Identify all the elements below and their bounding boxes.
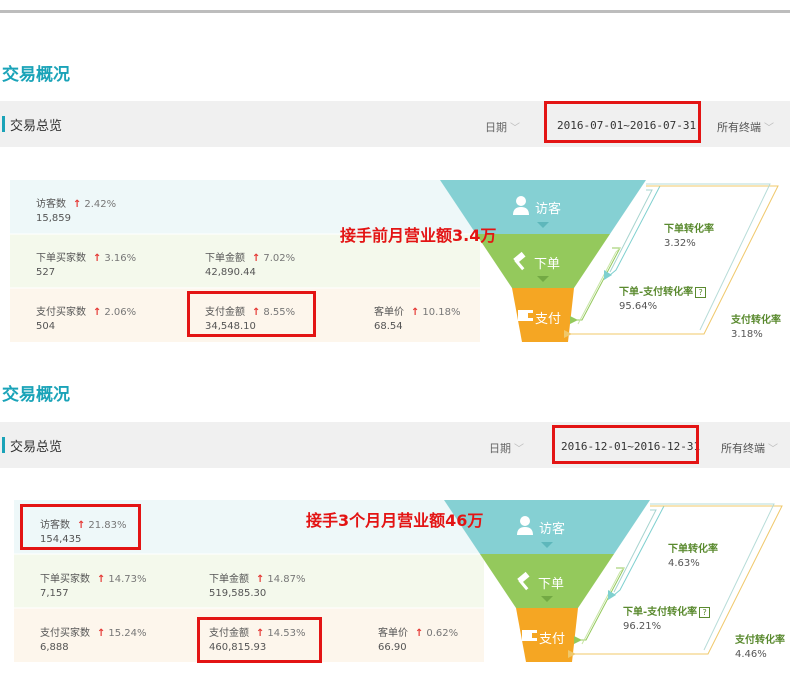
- wallet-icon: [522, 630, 537, 641]
- metric-unit-price: 客单价 ↑ 0.62% 66.90: [378, 624, 458, 653]
- metric-change: 14.87%: [267, 574, 306, 585]
- annotation-after: 接手3个月月营业额46万: [306, 511, 484, 530]
- arrow-up-icon: ↑: [415, 628, 424, 639]
- metric-change: 0.62%: [426, 628, 459, 639]
- metric-pay-buyers: 支付买家数 ↑ 15.24% 6,888: [40, 624, 147, 653]
- metric-change: 2.06%: [104, 307, 137, 318]
- order-rate: 下单转化率 4.63%: [668, 540, 718, 569]
- funnel-label-pay: 支付: [539, 632, 566, 647]
- metric-value: 527: [36, 267, 56, 278]
- metric-value: 15,859: [36, 213, 71, 224]
- arrow-up-icon: ↑: [97, 574, 106, 585]
- order-rate-value: 3.32%: [664, 238, 696, 249]
- annotation-before: 接手前月营业额3.4万: [340, 226, 497, 245]
- metric-name: 下单买家数: [36, 253, 86, 264]
- pay-rate-label: 支付转化率: [735, 635, 785, 646]
- metric-value: 66.90: [378, 642, 407, 653]
- metric-value: 42,890.44: [205, 267, 256, 278]
- order-pay-rate-value: 96.21%: [623, 621, 662, 632]
- metric-name: 访客数: [36, 199, 66, 210]
- metric-change: 15.24%: [108, 628, 147, 639]
- order-rate-label: 下单转化率: [668, 544, 718, 555]
- arrow-up-icon: ↑: [97, 628, 106, 639]
- pay-rate: 支付转化率 4.46%: [735, 631, 785, 660]
- funnel-label-order: 下单: [534, 257, 561, 272]
- pay-rate-value: 4.46%: [735, 649, 767, 660]
- order-pay-rate-label: 下单-支付转化率: [623, 607, 698, 618]
- metric-name: 支付买家数: [40, 628, 90, 639]
- metric-value: 7,157: [40, 588, 69, 599]
- metric-change: 2.42%: [84, 199, 117, 210]
- arrow-up-icon: ↑: [256, 574, 265, 585]
- metric-change: 10.18%: [422, 307, 461, 318]
- metric-order-amount: 下单金额 ↑ 14.87% 519,585.30: [209, 570, 306, 599]
- metric-name: 下单金额: [205, 253, 245, 264]
- highlight-box-pay-amount: [197, 617, 322, 663]
- order-pay-rate-value: 95.64%: [619, 301, 658, 312]
- arrow-up-icon: ↑: [93, 307, 102, 318]
- metric-order-amount: 下单金额 ↑ 7.02% 42,890.44: [205, 249, 295, 278]
- order-pay-rate: 下单-支付转化率? 95.64%: [619, 283, 707, 312]
- arrow-up-icon: ↑: [252, 253, 261, 264]
- funnel-label-order: 下单: [538, 577, 565, 592]
- arrow-up-icon: ↑: [93, 253, 102, 264]
- section-after: 交易概况 交易总览 日期 ﹀ 2016-12-01~2016-12-31 所有终端…: [0, 320, 790, 690]
- highlight-box-visitors: [20, 504, 141, 550]
- metric-visitors: 访客数 ↑ 2.42% 15,859: [36, 195, 116, 224]
- section-before: 交易概况 交易总览 日期 ﹀ 2016-07-01~2016-07-31 所有终端…: [0, 0, 790, 342]
- arrow-up-icon: ↑: [411, 307, 420, 318]
- funnel-label-visitors: 访客: [535, 202, 562, 217]
- metric-name: 客单价: [378, 628, 408, 639]
- metric-order-buyers: 下单买家数 ↑ 14.73% 7,157: [40, 570, 147, 599]
- metric-name: 下单买家数: [40, 574, 90, 585]
- metric-change: 14.73%: [108, 574, 147, 585]
- metric-change: 7.02%: [263, 253, 296, 264]
- metric-value: 6,888: [40, 642, 69, 653]
- help-icon[interactable]: ?: [699, 607, 711, 618]
- metric-name: 下单金额: [209, 574, 249, 585]
- funnel-label-visitors: 访客: [539, 522, 566, 537]
- arrow-up-icon: ↑: [73, 199, 82, 210]
- metric-change: 3.16%: [104, 253, 137, 264]
- order-pay-rate: 下单-支付转化率? 96.21%: [623, 603, 711, 632]
- metric-name: 支付买家数: [36, 307, 86, 318]
- order-pay-rate-label: 下单-支付转化率: [619, 287, 694, 298]
- order-rate-label: 下单转化率: [664, 224, 714, 235]
- help-icon[interactable]: ?: [695, 287, 707, 298]
- order-rate: 下单转化率 3.32%: [664, 220, 714, 249]
- order-rate-value: 4.63%: [668, 558, 700, 569]
- metric-name: 客单价: [374, 307, 404, 318]
- metric-value: 519,585.30: [209, 588, 267, 599]
- metric-order-buyers: 下单买家数 ↑ 3.16% 527: [36, 249, 136, 278]
